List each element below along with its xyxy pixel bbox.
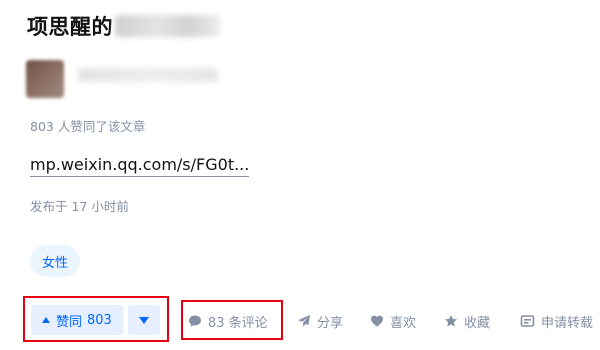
title-redacted — [115, 15, 220, 37]
title-row: 项思醒的 — [27, 10, 220, 42]
comment-button[interactable]: 83 条评论 — [188, 311, 268, 331]
repost-label: 申请转载 — [541, 315, 594, 331]
share-icon — [298, 315, 310, 327]
comment-icon — [189, 315, 201, 327]
publish-time: 发布于 17 小时前 — [30, 199, 129, 214]
downvote-triangle-icon — [139, 316, 149, 324]
upvote-count: 803 — [87, 312, 112, 328]
article-title: 项思醒的 — [27, 15, 113, 39]
action-bar: 赞同 803 83 条评论 分享 喜欢 收藏 申请转载 — [0, 296, 600, 344]
star-icon — [445, 315, 457, 327]
topic-tag[interactable]: 女性 — [30, 245, 81, 277]
like-button[interactable]: 喜欢 — [370, 311, 416, 331]
author-name-redacted — [78, 68, 218, 82]
favorite-button[interactable]: 收藏 — [444, 311, 490, 331]
share-button[interactable]: 分享 — [297, 311, 343, 331]
share-label: 分享 — [317, 315, 344, 331]
avatar[interactable] — [26, 60, 64, 98]
like-label: 喜欢 — [390, 315, 417, 331]
comment-count-label: 83 条评论 — [208, 315, 268, 331]
upvote-button[interactable]: 赞同 803 — [31, 305, 123, 335]
heart-icon — [371, 315, 383, 327]
upvote-label: 赞同 — [56, 314, 83, 330]
article-link[interactable]: mp.weixin.qq.com/s/FG0t... — [30, 155, 250, 177]
author-row[interactable] — [26, 60, 218, 98]
upvote-triangle-icon — [42, 317, 50, 323]
downvote-button[interactable] — [128, 305, 160, 335]
repost-icon — [520, 315, 535, 327]
favorite-label: 收藏 — [464, 315, 491, 331]
repost-request-button[interactable]: 申请转载 — [520, 311, 593, 331]
upvote-count-note: 803 人赞同了该文章 — [30, 119, 146, 134]
